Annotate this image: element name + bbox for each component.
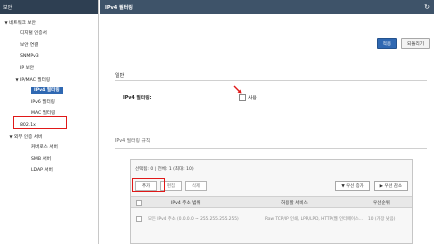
sidebar-item-snmpv3[interactable]: SNMPv3 — [0, 51, 98, 62]
delete-button[interactable]: 삭제 — [185, 181, 207, 191]
sidebar-item-ip-security[interactable]: IP 보안 — [0, 63, 98, 74]
page-title: IPv4 필터링 — [100, 0, 434, 14]
general-section-title: 일반 — [115, 73, 125, 79]
sidebar-item-ipv4-filtering[interactable]: IPv4 필터링 — [0, 85, 98, 96]
sidebar-item-network-security[interactable]: ▼네트워크 보안 — [0, 17, 98, 28]
table-header: IPv4 주소 범위 허용할 서비스 우선순위 — [131, 196, 412, 208]
selection-info: 선택됨: 0 | 전체: 1 (최대: 10) — [135, 167, 194, 172]
table-row[interactable]: 모든 IPv4 주소 (0.0.0.0 ~ 255.255.255.255) R… — [131, 214, 412, 226]
cell-range: 모든 IPv4 주소 (0.0.0.0 ~ 255.255.255.255) — [148, 217, 239, 222]
main-panel: IPv4 필터링 ↻ 적용 되돌리기 일반 IPv4 필터링: 사용 IPv4 … — [100, 0, 434, 244]
section-divider — [115, 148, 427, 149]
enable-checkbox[interactable] — [239, 94, 246, 101]
printer-web-ui: 보안 ▼네트워크 보안 디지털 인증서 보안 연결 SNMPv3 IP 보안 ▼… — [0, 0, 434, 244]
cell-priority: 10 (가장 낮음) — [368, 217, 396, 222]
sidebar-item-external-auth-server[interactable]: ▼외부 인증 서버 — [0, 131, 98, 142]
sidebar-item-ip-mac-filtering[interactable]: ▼IP/MAC 필터링 — [0, 74, 98, 85]
sidebar-item-secure-connection[interactable]: 보안 연결 — [0, 40, 98, 51]
sidebar-item-ipv6-filtering[interactable]: IPv6 필터링 — [0, 97, 98, 108]
order-buttons: ▼ 우선 증가 ▶ 우선 감소 — [335, 181, 408, 191]
rules-panel: 선택됨: 0 | 전체: 1 (최대: 10) 추가 편집 삭제 ▼ 우선 증가… — [130, 159, 413, 244]
highlight-box-ipv4-filtering — [13, 116, 67, 129]
column-header-range[interactable]: IPv4 주소 범위 — [171, 200, 201, 206]
enable-checkbox-label: 사용 — [248, 96, 257, 101]
row-checkbox[interactable] — [136, 216, 142, 222]
column-header-priority[interactable]: 우선순위 — [373, 200, 390, 206]
section-divider — [115, 80, 427, 81]
cell-services: Raw TCP/IP 인쇄, LPR/LPD, HTTP(웹 인터페이스... — [265, 217, 363, 222]
apply-button[interactable]: 적용 — [376, 38, 398, 49]
column-header-services[interactable]: 허용할 서비스 — [281, 200, 308, 206]
sidebar-item-ldap-server[interactable]: LDAP 서버 — [0, 165, 98, 176]
revert-button[interactable]: 되돌리기 — [401, 38, 430, 49]
sidebar-item-digital-certificate[interactable]: 디지털 인증서 — [0, 28, 98, 39]
refresh-icon[interactable]: ↻ — [424, 3, 430, 11]
highlight-box-add-button — [132, 178, 165, 192]
sidebar-item-kerberos-server[interactable]: 커버로스 서버 — [0, 142, 98, 153]
toolbar: 적용 되돌리기 — [376, 38, 430, 49]
rules-section-title: IPv4 필터링 규칙 — [115, 139, 151, 144]
ipv4-filter-label: IPv4 필터링: — [123, 96, 152, 101]
sidebar-tree: ▼네트워크 보안 디지털 인증서 보안 연결 SNMPv3 IP 보안 ▼IP/… — [0, 14, 98, 176]
sidebar: 보안 ▼네트워크 보안 디지털 인증서 보안 연결 SNMPv3 IP 보안 ▼… — [0, 0, 99, 244]
priority-down-button[interactable]: ▶ 우선 감소 — [373, 181, 408, 191]
priority-up-button[interactable]: ▼ 우선 증가 — [335, 181, 370, 191]
sidebar-item-smb-server[interactable]: SMB 서버 — [0, 154, 98, 165]
select-all-checkbox[interactable] — [136, 200, 142, 206]
sidebar-header: 보안 — [0, 0, 98, 14]
